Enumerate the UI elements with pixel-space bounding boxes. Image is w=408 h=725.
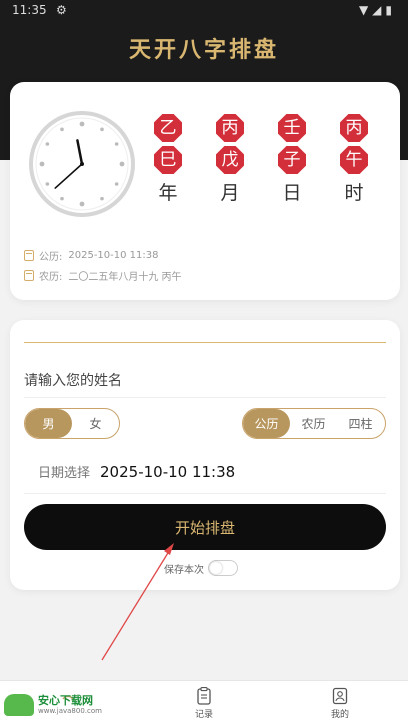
nav-mine-label: 我的 (330, 710, 349, 720)
lunar-value: 二〇二五年八月十九 丙午 (68, 272, 182, 283)
year-label: 年 (158, 182, 178, 204)
divider (24, 342, 386, 343)
profile-card-icon (332, 687, 348, 705)
clock-tick (114, 142, 119, 146)
gender-selector: 男 女 (24, 408, 120, 439)
status-time: 11:35 (12, 3, 47, 17)
divider (24, 493, 386, 494)
watermark-logo-icon (4, 694, 34, 716)
status-bar: 11:35 ⚙ ▼◢▮ (0, 0, 408, 22)
day-stem: 壬 (278, 114, 306, 142)
calendar-option-four-pillars[interactable]: 四柱 (337, 409, 384, 438)
hour-stem: 丙 (340, 114, 368, 142)
calendar-icon (24, 270, 34, 281)
clock-tick (100, 196, 104, 201)
day-label: 日 (282, 182, 302, 204)
clock-tick (79, 121, 85, 127)
analog-clock-icon (29, 111, 135, 217)
nav-records-label: 记录 (194, 710, 213, 720)
month-stem: 丙 (216, 114, 244, 142)
gender-option-female[interactable]: 女 (72, 409, 119, 438)
clipboard-icon (197, 687, 211, 705)
nav-mine[interactable]: 我的 (300, 681, 380, 720)
watermark: 安心下载网 www.java800.com (4, 694, 102, 716)
day-branch: 子 (278, 146, 306, 174)
clock-tick (114, 182, 119, 186)
year-stem: 乙 (154, 114, 182, 142)
calendar-icon (24, 250, 34, 261)
watermark-name: 安心下载网 (38, 693, 93, 707)
hour-label: 时 (344, 182, 364, 204)
pillar-day: 壬 子 日 (272, 114, 312, 205)
clock-tick (100, 127, 104, 132)
calendar-option-solar[interactable]: 公历 (243, 409, 290, 438)
pillar-year: 乙 巳 年 (148, 114, 188, 205)
year-branch: 巳 (154, 146, 182, 174)
clock-tick (119, 161, 125, 167)
save-toggle-row: 保存本次 (164, 560, 238, 576)
solar-value: 2025-10-10 11:38 (68, 250, 159, 261)
nav-records[interactable]: 记录 (164, 681, 244, 720)
lunar-date-row: 农历: 二〇二五年八月十九 丙午 (24, 268, 182, 283)
calendar-type-selector: 公历 农历 四柱 (242, 408, 386, 439)
clock-tick (60, 196, 64, 201)
input-form-card: 男 女 公历 农历 四柱 日期选择 2025-10-10 11:38 开始排盘 … (10, 320, 400, 590)
clock-tick (45, 142, 50, 146)
save-label: 保存本次 (164, 564, 204, 576)
month-label: 月 (220, 182, 240, 204)
status-icons: ▼◢▮ (358, 3, 396, 17)
clock-tick (60, 127, 64, 132)
clock-tick (39, 161, 45, 167)
date-picker-row[interactable]: 日期选择 2025-10-10 11:38 (38, 462, 235, 482)
bazi-result-card: 乙 巳 年 丙 戊 月 壬 子 日 丙 午 时 公历: 2025-10-10 1… (10, 82, 400, 300)
solar-date-row: 公历: 2025-10-10 11:38 (24, 248, 159, 263)
month-branch: 戊 (216, 146, 244, 174)
pillar-month: 丙 戊 月 (210, 114, 250, 205)
hour-branch: 午 (340, 146, 368, 174)
save-toggle[interactable] (208, 560, 238, 576)
clock-tick (45, 182, 50, 186)
toggle-knob (210, 562, 222, 574)
lunar-label: 农历: (39, 272, 63, 283)
watermark-url: www.java800.com (38, 706, 102, 715)
start-chart-button[interactable]: 开始排盘 (24, 504, 386, 550)
clock-tick (79, 201, 85, 207)
pillar-hour: 丙 午 时 (334, 114, 374, 205)
status-settings-icon: ⚙ (56, 3, 67, 17)
gender-option-male[interactable]: 男 (25, 409, 72, 438)
solar-label: 公历: (39, 252, 63, 263)
name-input[interactable] (24, 364, 386, 398)
calendar-option-lunar[interactable]: 农历 (290, 409, 337, 438)
date-value[interactable]: 2025-10-10 11:38 (100, 463, 235, 481)
page-title: 天开八字排盘 (128, 37, 279, 63)
date-label: 日期选择 (38, 466, 91, 481)
